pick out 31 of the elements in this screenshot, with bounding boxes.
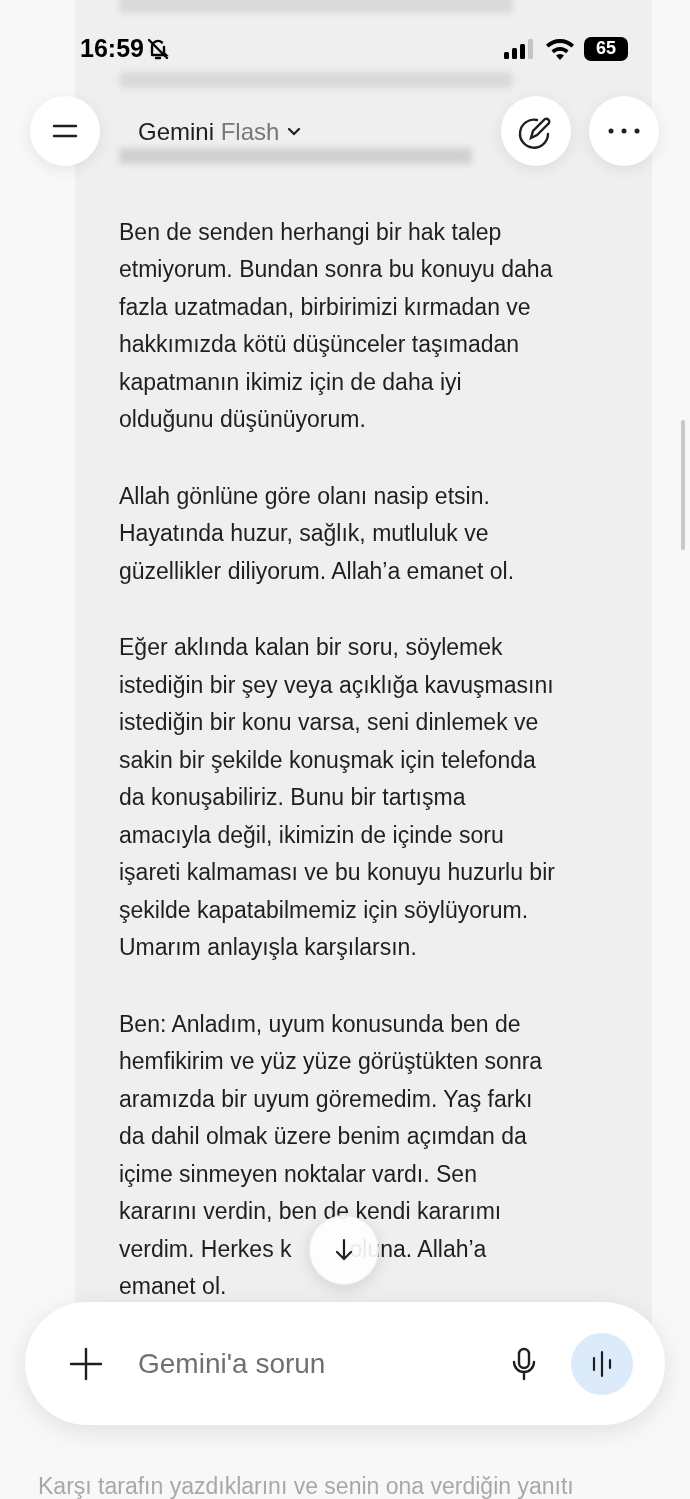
message-text: Eğer aklında kalan bir soru, söylemek (119, 633, 504, 662)
message-text: işareti kalmaması ve bu konuyu huzurlu bir (119, 858, 556, 887)
message-text: istediğin bir konu varsa, seni dinlemek ve (119, 708, 540, 737)
message-text: aramızda bir uyum göremedim. Yaş farkı (119, 1084, 534, 1114)
message-text: Hayatında huzur, sağlık, mutluluk ve (119, 519, 490, 548)
message-text: da konuşabiliriz. Bunu bir tartışma (119, 783, 467, 812)
message-text: şekilde kapatabilmemiz için söylüyorum. (119, 895, 530, 925)
message-text: amacıyla değil, ikimizin de içinde soru (119, 820, 505, 850)
faded-text: Karşı tarafın yazdıklarını ve senin ona verdiğin yanıtı (38, 1472, 574, 1499)
message-text: fazla uzatmadan, birbirimizi kırmadan ve (119, 292, 532, 322)
model-selector[interactable]: Gemini Flash (138, 114, 302, 150)
message-text: içime sinmeyen noktalar vardı. Sen (119, 1159, 478, 1189)
message-text: istediğin bir şey veya açıklığa kavuşmasını (119, 670, 555, 700)
message-text: etmiyorum. Bundan sonra bu konuyu daha (119, 255, 554, 284)
message-text: hakkımızda kötü düşünceler taşımadan (119, 330, 521, 359)
message-text: Ben de senden herhangi bir hak talep (119, 217, 503, 247)
message-text: da dahil olmak üzere benim açımdan da (119, 1122, 528, 1151)
message-text: kararını verdin, ben de kendi kararımı (119, 1197, 503, 1226)
message-text: olduğunu düşünüyorum. (119, 405, 367, 434)
message-text: sakin bir şekilde konuşmak için telefonda (119, 745, 537, 775)
status-time: 16:59 (80, 33, 144, 64)
battery-indicator: 65 (584, 36, 628, 61)
message-text: güzellikler diliyorum. Allah’a emanet ol. (119, 556, 516, 586)
message-text: Ben: Anladım, uyum konusunda ben de (119, 1009, 522, 1039)
message-text: verdim. Herkes k (119, 1235, 292, 1264)
message-text: kapatmanın ikimiz için de daha iyi (119, 367, 463, 397)
prompt-input[interactable]: Gemini'a sorun (138, 1342, 511, 1385)
message-text: emanet ol. (119, 1272, 228, 1301)
message-text: hemfikirim ve yüz yüze görüştükten sonra (119, 1047, 544, 1076)
message-text: Umarım anlayışla karşılarsın. (119, 933, 418, 962)
message-text: Allah gönlüne göre olanı nasip etsin. (119, 481, 491, 511)
